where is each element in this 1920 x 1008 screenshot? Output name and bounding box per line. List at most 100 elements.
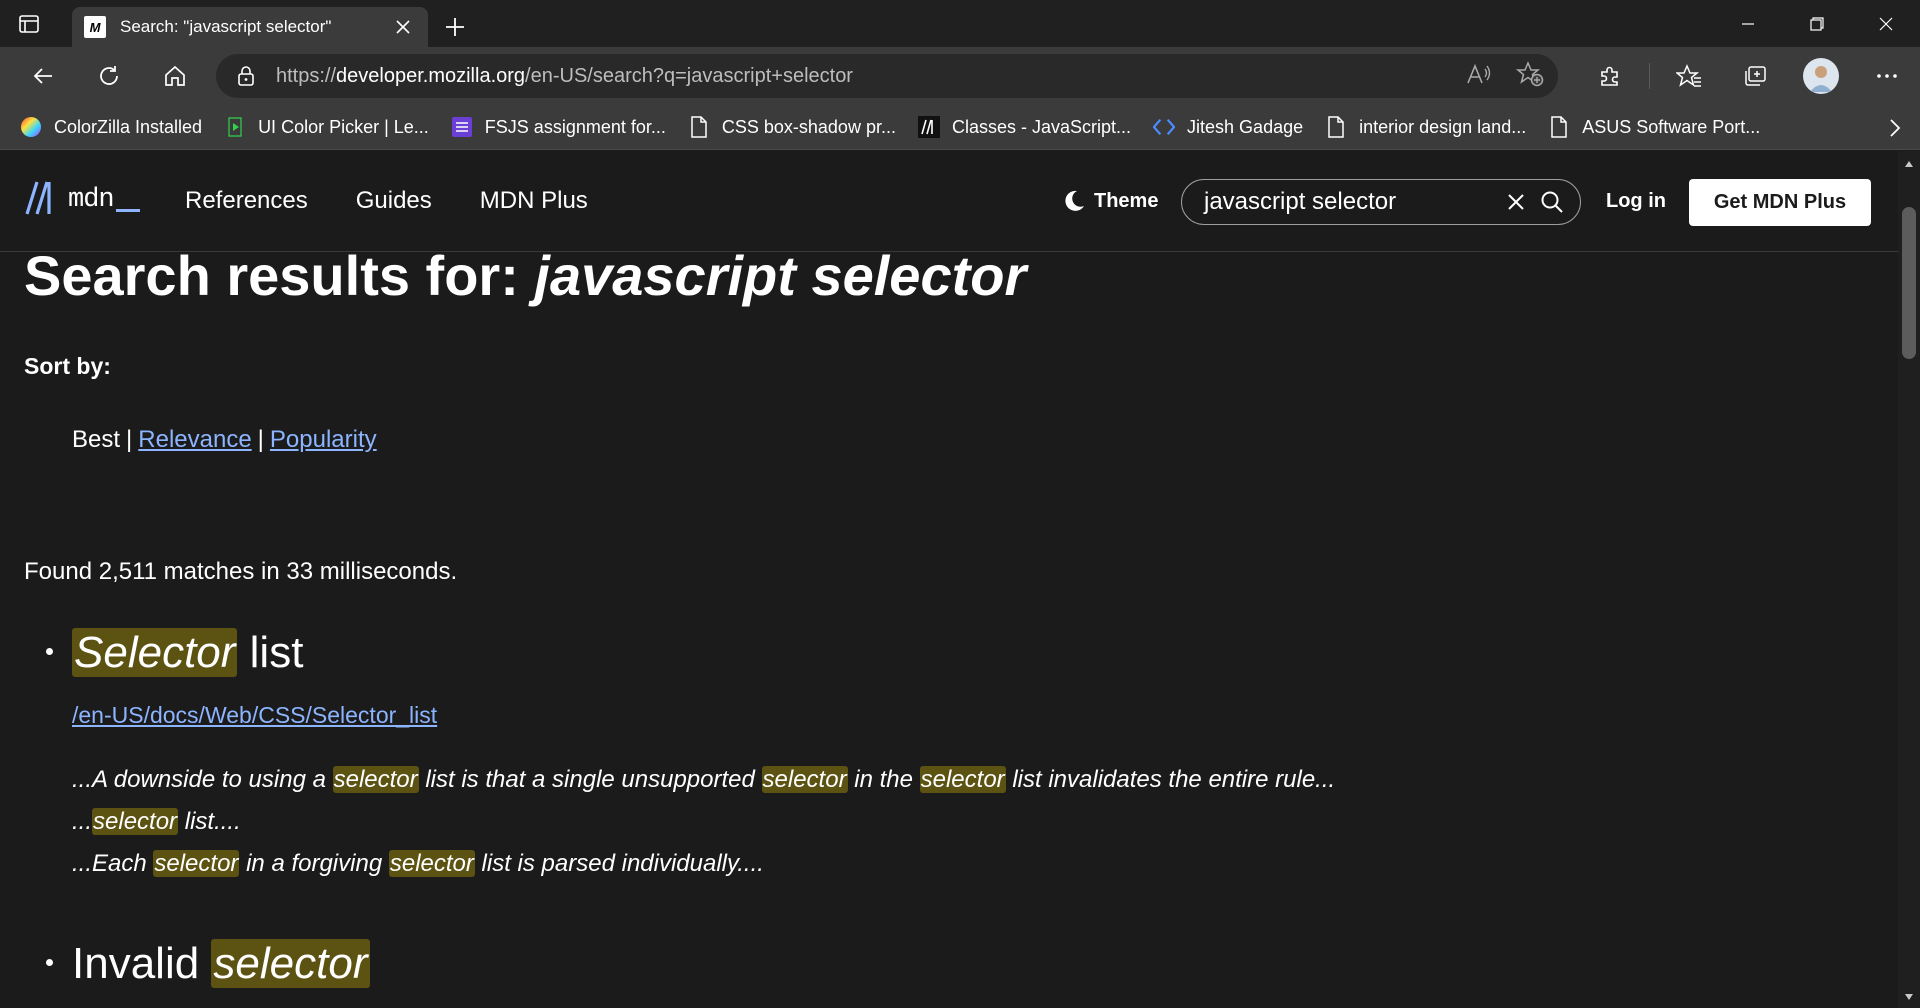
page-scrollbar[interactable] <box>1898 151 1920 1008</box>
restore-icon <box>1809 16 1824 31</box>
tab-actions-icon <box>19 14 39 33</box>
text-segment: list is parsed individually.... <box>474 850 764 877</box>
toolbar-right <box>1577 47 1920 105</box>
browser-toolbar: https://developer.mozilla.org/en-US/sear… <box>0 47 1920 105</box>
url-text[interactable]: https://developer.mozilla.org/en-US/sear… <box>276 65 853 88</box>
extensions-button[interactable] <box>1577 47 1643 105</box>
search-icon <box>1541 191 1563 213</box>
bookmark-ui-color-picker[interactable]: UI Color Picker | Le... <box>224 116 429 138</box>
avatar <box>1803 58 1839 94</box>
bookmark-css-box-shadow[interactable]: CSS box-shadow pr... <box>688 116 896 138</box>
bookmark-fsjs-assignment[interactable]: FSJS assignment for... <box>451 116 666 138</box>
bullet <box>46 648 53 655</box>
url-scheme: https:// <box>276 64 337 87</box>
get-mdn-plus-button[interactable]: Get MDN Plus <box>1689 179 1871 226</box>
list-icon <box>451 116 473 138</box>
scroll-up-button[interactable] <box>1898 155 1920 173</box>
restore-button[interactable] <box>1782 0 1851 47</box>
highlighted-term: selector <box>919 766 1006 793</box>
toolbar-divider <box>1649 63 1650 89</box>
bookmark-label: UI Color Picker | Le... <box>258 116 429 137</box>
page-title-query: javascript selector <box>534 244 1027 307</box>
more-horizontal-icon <box>1877 74 1897 78</box>
tab-close-button[interactable] <box>390 14 416 40</box>
favorites-button[interactable] <box>1656 47 1722 105</box>
theme-label: Theme <box>1094 189 1159 212</box>
star-add-icon <box>1515 60 1544 86</box>
profile-button[interactable] <box>1788 47 1854 105</box>
search-submit-button[interactable] <box>1534 190 1570 214</box>
mdn-search-box[interactable]: javascript selector <box>1181 179 1581 225</box>
mdn-logo[interactable]: mdn <box>24 181 140 215</box>
result-title[interactable]: Selector list <box>72 626 1874 680</box>
tab-title: Search: "javascript selector" <box>120 17 332 36</box>
snippet-line: ...Each selector in a forgiving selector… <box>72 843 1874 885</box>
clear-search-button[interactable] <box>1498 193 1534 211</box>
result-url-link[interactable]: /en-US/docs/Web/CSS/Selector_list <box>72 702 1874 729</box>
text-segment: ...A downside to using a <box>72 766 333 793</box>
scroll-thumb[interactable] <box>1902 207 1916 359</box>
nav-references[interactable]: References <box>185 187 308 215</box>
page-title-prefix: Search results for: <box>24 244 535 307</box>
sort-current: Best <box>72 426 121 453</box>
bookmark-colorzilla[interactable]: ColorZilla Installed <box>20 116 202 138</box>
collections-button[interactable] <box>1722 47 1788 105</box>
bookmark-jitesh-gadage[interactable]: Jitesh Gadage <box>1153 116 1303 138</box>
close-icon <box>1508 194 1524 210</box>
theme-button[interactable]: Theme <box>1062 151 1158 251</box>
bookmark-label: interior design land... <box>1359 116 1527 137</box>
sort-relevance-link[interactable]: Relevance <box>138 426 251 453</box>
site-info-button[interactable] <box>216 65 276 87</box>
triangle-up-icon <box>1905 161 1913 167</box>
results-list: Selector list/en-US/docs/Web/CSS/Selecto… <box>24 626 1874 991</box>
text-segment: in the <box>847 766 920 793</box>
result-snippets: ...A downside to using a selector list i… <box>72 759 1874 885</box>
refresh-button[interactable] <box>76 47 142 105</box>
snippet-line: ...A downside to using a selector list i… <box>72 759 1874 801</box>
minimize-icon <box>1741 22 1754 25</box>
add-favorite-button[interactable] <box>1515 60 1544 92</box>
text-segment: list invalidates the entire rule... <box>1005 766 1336 793</box>
collections-icon <box>1745 66 1766 86</box>
moon-icon <box>1065 190 1084 211</box>
mdn-logo-text: mdn <box>68 185 115 215</box>
mdn-m-logo-icon <box>25 181 51 215</box>
nav-mdn-plus[interactable]: MDN Plus <box>480 187 588 215</box>
sort-popularity-link[interactable]: Popularity <box>270 426 377 453</box>
back-button[interactable] <box>10 47 76 105</box>
more-bookmarks-button[interactable] <box>1888 105 1902 150</box>
active-tab[interactable]: M Search: "javascript selector" <box>72 7 428 47</box>
sort-separator: | <box>257 426 264 453</box>
bookmark-asus-software[interactable]: ASUS Software Port... <box>1548 116 1760 138</box>
back-arrow-icon <box>33 68 52 84</box>
text-segment: Invalid <box>72 939 212 988</box>
mdn-main-nav: References Guides MDN Plus <box>185 151 636 251</box>
bookmark-label: Jitesh Gadage <box>1187 116 1304 137</box>
bookmark-label: ColorZilla Installed <box>54 116 203 137</box>
read-aloud-button[interactable] <box>1466 63 1492 90</box>
highlighted-term: selector <box>388 850 475 877</box>
search-result: Invalid selector <box>24 937 1874 991</box>
new-tab-button[interactable] <box>428 7 482 47</box>
scroll-down-button[interactable] <box>1898 988 1920 1006</box>
mdn-header: mdn References Guides MDN Plus Theme jav… <box>0 151 1898 252</box>
search-input[interactable]: javascript selector <box>1204 188 1498 216</box>
login-link[interactable]: Log in <box>1606 151 1666 251</box>
settings-menu-button[interactable] <box>1854 47 1920 105</box>
bookmark-interior-design[interactable]: interior design land... <box>1325 116 1526 138</box>
sort-separator: | <box>126 426 133 453</box>
minimize-button[interactable] <box>1713 0 1782 47</box>
highlighted-term: selector <box>153 850 240 877</box>
result-title[interactable]: Invalid selector <box>72 937 1874 991</box>
nav-guides[interactable]: Guides <box>356 187 432 215</box>
bookmark-classes-javascript[interactable]: Classes - JavaScript... <box>917 116 1131 138</box>
tab-actions-button[interactable] <box>0 0 58 47</box>
close-window-button[interactable] <box>1851 0 1920 47</box>
mdn-logo-underscore <box>115 209 140 212</box>
url-host: developer.mozilla.org <box>336 64 526 87</box>
page-viewport: mdn References Guides MDN Plus Theme jav… <box>0 151 1898 1008</box>
text-segment: list <box>237 628 304 677</box>
page-icon <box>1548 116 1570 138</box>
home-button[interactable] <box>142 47 208 105</box>
address-bar[interactable]: https://developer.mozilla.org/en-US/sear… <box>216 54 1558 98</box>
